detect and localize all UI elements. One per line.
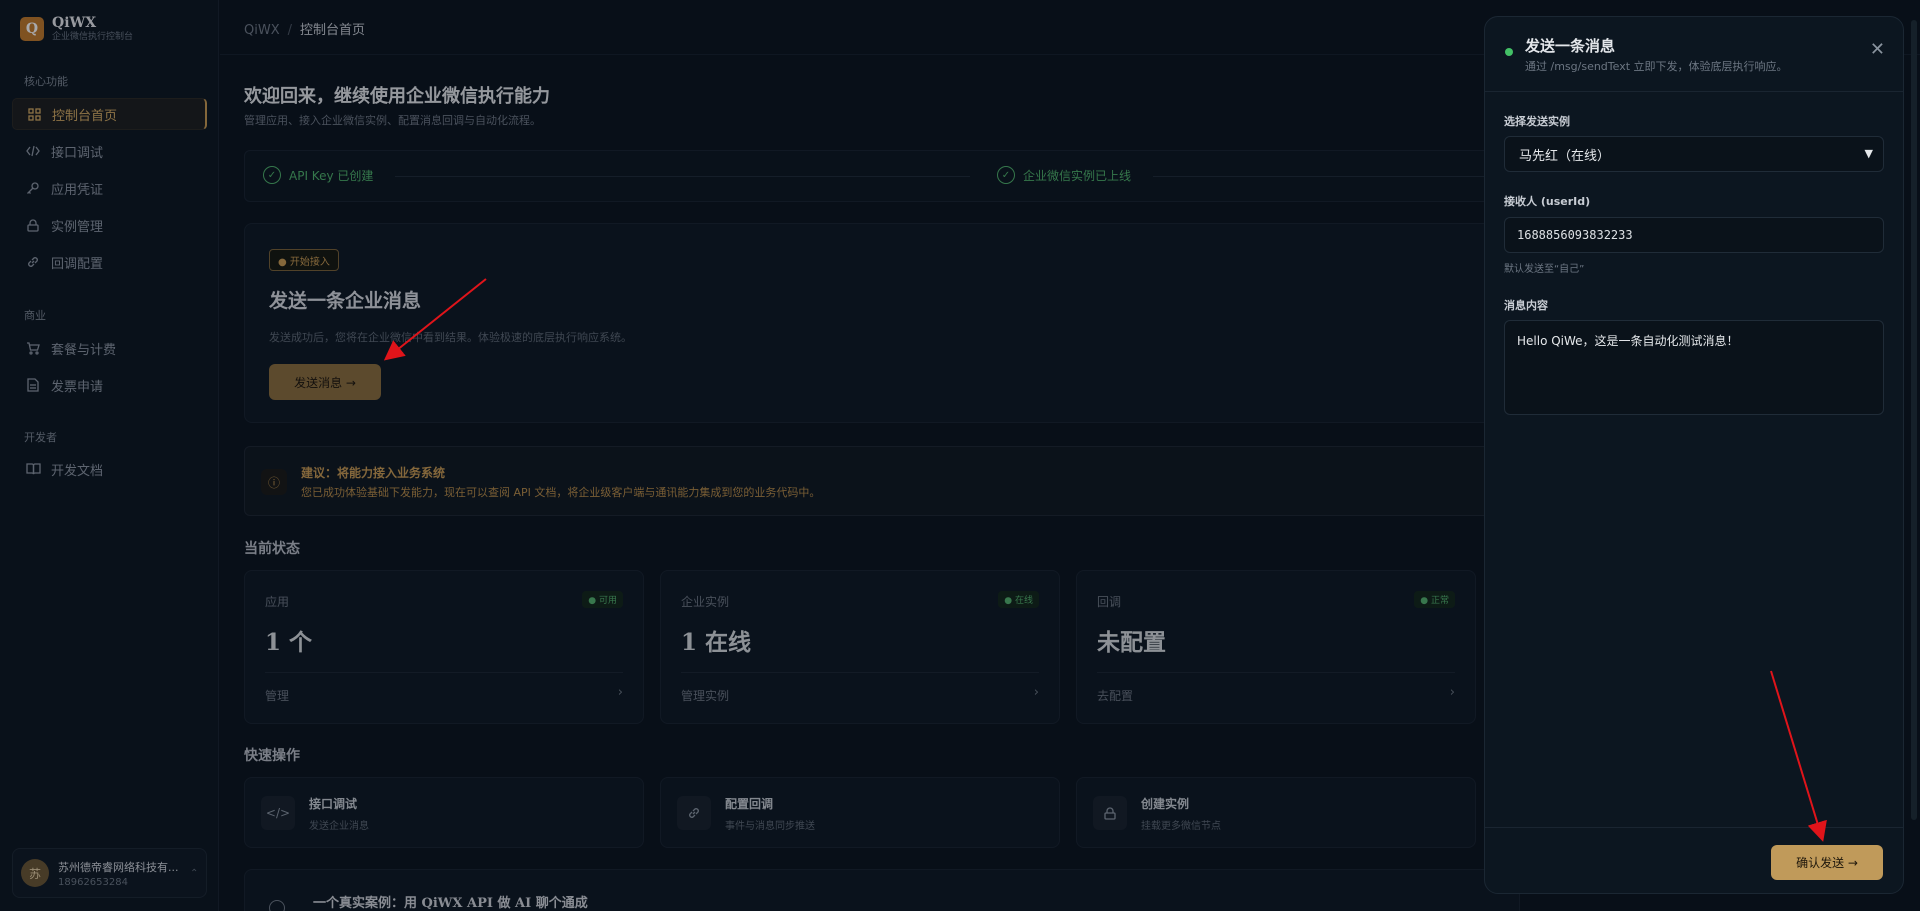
close-icon[interactable]: ✕ xyxy=(1870,39,1885,60)
instance-select-value: 马先红（在线） xyxy=(1519,148,1611,164)
receiver-hint: 默认发送至“自己” xyxy=(1504,264,1585,275)
content-label: 消息内容 xyxy=(1504,299,1548,312)
scrollbar[interactable] xyxy=(1911,20,1917,820)
instance-select-label: 选择发送实例 xyxy=(1504,115,1570,128)
receiver-label: 接收人 (userId) xyxy=(1504,195,1591,208)
drawer-header: 发送一条消息 通过 /msg/sendText 立即下发，体验底层执行响应。 ✕ xyxy=(1485,17,1903,92)
drawer-footer-divider xyxy=(1485,827,1903,828)
chevron-down-icon: ▼ xyxy=(1864,147,1873,160)
receiver-input[interactable]: 1688856093832233 xyxy=(1504,217,1884,253)
drawer-subtitle: 通过 /msg/sendText 立即下发，体验底层执行响应。 xyxy=(1525,60,1788,73)
online-status-dot xyxy=(1505,48,1513,56)
send-message-drawer: 发送一条消息 通过 /msg/sendText 立即下发，体验底层执行响应。 ✕… xyxy=(1484,16,1904,894)
drawer-title: 发送一条消息 xyxy=(1525,37,1616,55)
message-content-textarea[interactable]: Hello QiWe，这是一条自动化测试消息！ xyxy=(1504,320,1884,415)
confirm-send-button[interactable]: 确认发送 → xyxy=(1771,845,1883,880)
instance-select[interactable]: 马先红（在线） ▼ xyxy=(1504,136,1884,172)
